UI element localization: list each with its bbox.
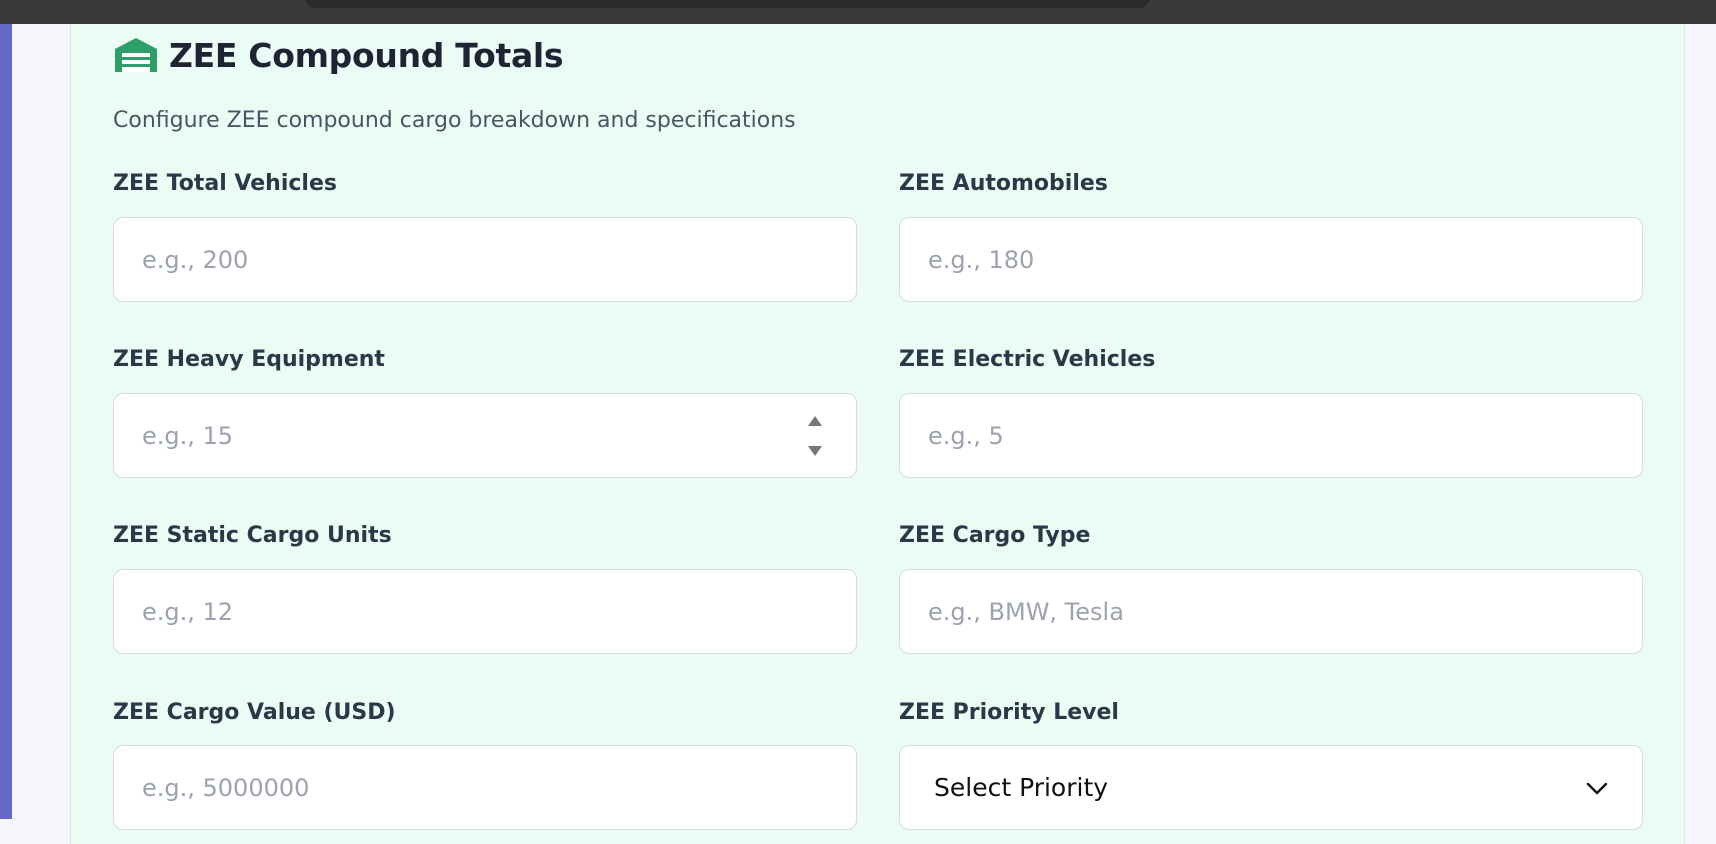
heavy-equipment-label: ZEE Heavy Equipment [113, 347, 385, 372]
static-cargo-units-label: ZEE Static Cargo Units [113, 523, 392, 548]
browser-top-bar [0, 0, 1716, 24]
sidebar-edge [0, 24, 12, 819]
cargo-value-input[interactable] [113, 745, 857, 830]
cargo-type-input[interactable] [899, 569, 1643, 654]
automobiles-label: ZEE Automobiles [899, 171, 1108, 196]
number-stepper[interactable] [804, 416, 826, 456]
address-bar[interactable] [305, 0, 1150, 8]
priority-selected-value: Select Priority [934, 773, 1109, 802]
total-vehicles-label: ZEE Total Vehicles [113, 171, 337, 196]
increment-arrow-icon[interactable] [808, 416, 822, 426]
cargo-type-label: ZEE Cargo Type [899, 523, 1091, 548]
priority-level-select[interactable]: Select Priority [899, 745, 1643, 830]
cargo-value-label: ZEE Cargo Value (USD) [113, 700, 396, 725]
chevron-down-icon [1586, 773, 1608, 802]
section-title: ZEE Compound Totals [169, 35, 564, 75]
electric-vehicles-label: ZEE Electric Vehicles [899, 347, 1156, 372]
electric-vehicles-input[interactable] [899, 393, 1643, 478]
compound-totals-panel: ZEE Compound Totals Configure ZEE compou… [70, 24, 1685, 844]
total-vehicles-input[interactable] [113, 217, 857, 302]
decrement-arrow-icon[interactable] [808, 446, 822, 456]
heavy-equipment-input[interactable] [113, 393, 857, 478]
section-header: ZEE Compound Totals [113, 32, 564, 78]
priority-level-label: ZEE Priority Level [899, 700, 1119, 725]
automobiles-input[interactable] [899, 217, 1643, 302]
section-subtitle: Configure ZEE compound cargo breakdown a… [113, 108, 796, 133]
static-cargo-units-input[interactable] [113, 569, 857, 654]
warehouse-icon [113, 36, 159, 74]
